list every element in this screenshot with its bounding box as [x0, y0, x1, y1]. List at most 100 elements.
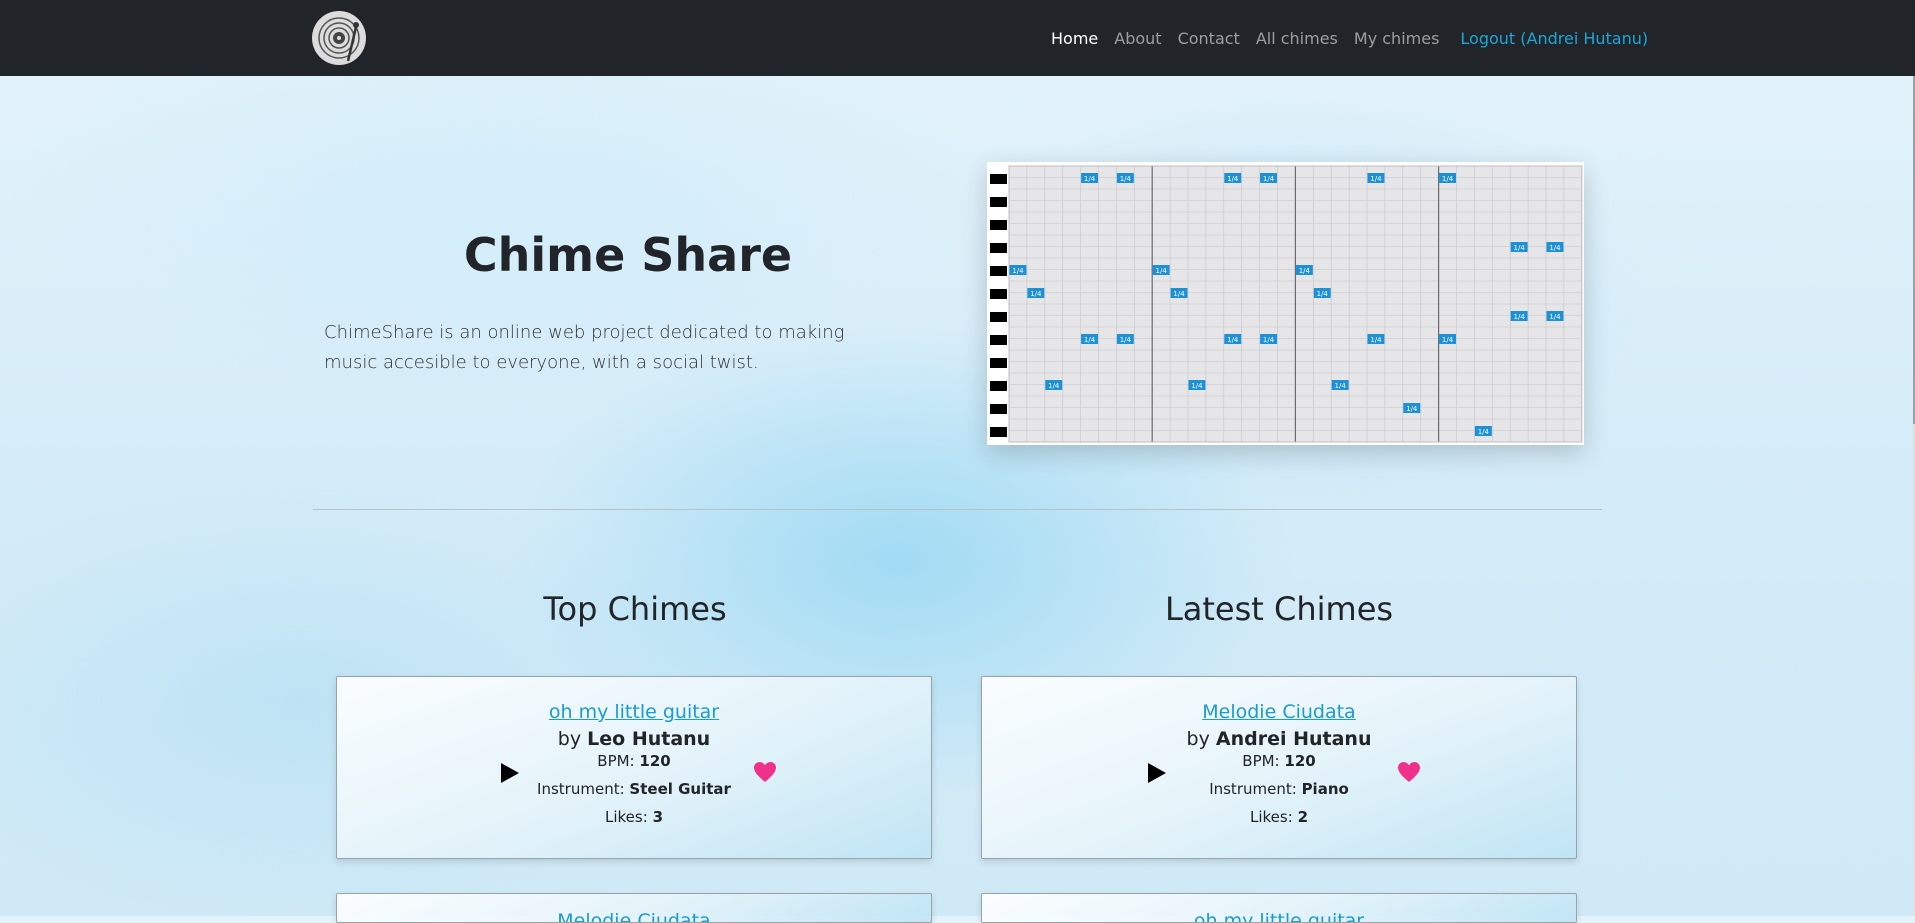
note-block: 1/4	[1474, 426, 1492, 436]
note-block: 1/4	[1439, 334, 1456, 344]
instrument-label: Instrument:	[537, 780, 625, 798]
svg-text:1/4: 1/4	[1514, 244, 1526, 252]
note-block: 1/4	[1170, 288, 1188, 298]
note-block: 1/4	[1152, 265, 1170, 275]
chime-title-link[interactable]: Melodie Ciudata	[337, 910, 931, 922]
note-block: 1/4	[1009, 265, 1027, 275]
piano-key	[990, 358, 1007, 368]
piano-key	[990, 427, 1007, 437]
svg-text:1/4: 1/4	[1335, 382, 1347, 390]
piano-key	[990, 220, 1007, 230]
logout-link[interactable]: Logout (Andrei Hutanu)	[1460, 29, 1648, 48]
play-icon[interactable]	[1143, 760, 1169, 786]
nav-about[interactable]: About	[1114, 29, 1161, 48]
bpm-value: 120	[639, 752, 671, 770]
svg-text:1/4: 1/4	[1227, 175, 1239, 183]
like-heart-icon[interactable]	[753, 761, 777, 783]
chime-card: Melodie Ciudata	[336, 893, 932, 923]
note-block: 1/4	[1367, 173, 1385, 183]
chime-bpm: BPM: 120	[982, 752, 1576, 770]
svg-text:1/4: 1/4	[1317, 290, 1329, 298]
svg-text:1/4: 1/4	[1370, 336, 1382, 344]
svg-text:1/4: 1/4	[1442, 175, 1454, 183]
section-divider	[313, 509, 1602, 510]
likes-value: 2	[1297, 808, 1308, 826]
svg-text:1/4: 1/4	[1514, 313, 1526, 321]
chime-instrument: Instrument: Piano	[982, 780, 1576, 798]
piano-key	[990, 266, 1007, 276]
bpm-value: 120	[1284, 752, 1316, 770]
chime-card: oh my little guitar	[981, 893, 1577, 923]
piano-key	[990, 312, 1007, 322]
chime-card: Melodie Ciudata by Andrei Hutanu BPM: 12…	[981, 676, 1577, 859]
chime-instrument: Instrument: Steel Guitar	[337, 780, 931, 798]
note-block: 1/4	[1045, 380, 1063, 390]
piano-key	[990, 289, 1007, 299]
svg-text:1/4: 1/4	[1442, 336, 1454, 344]
piano-key	[990, 404, 1007, 414]
note-block: 1/4	[1027, 288, 1045, 298]
chime-bpm: BPM: 120	[337, 752, 931, 770]
svg-text:1/4: 1/4	[1370, 175, 1382, 183]
note-block: 1/4	[1313, 288, 1331, 298]
svg-text:1/4: 1/4	[1120, 336, 1132, 344]
svg-text:1/4: 1/4	[1120, 175, 1132, 183]
author-name: Andrei Hutanu	[1215, 728, 1372, 750]
nav-all-chimes[interactable]: All chimes	[1256, 29, 1338, 48]
chime-title-link[interactable]: oh my little guitar	[337, 701, 931, 723]
note-block: 1/4	[1367, 334, 1385, 344]
vinyl-record-icon[interactable]	[312, 11, 366, 65]
svg-text:1/4: 1/4	[1299, 267, 1311, 275]
note-block: 1/4	[1510, 311, 1528, 321]
note-block: 1/4	[1081, 173, 1098, 183]
chime-title-link[interactable]: oh my little guitar	[982, 910, 1576, 922]
note-block: 1/4	[1510, 242, 1528, 252]
by-label: by	[1186, 728, 1210, 750]
note-block: 1/4	[1403, 403, 1421, 413]
piano-key	[990, 197, 1007, 207]
like-heart-icon[interactable]	[1397, 761, 1421, 783]
note-block: 1/4	[1188, 380, 1206, 390]
play-icon[interactable]	[496, 760, 522, 786]
svg-text:1/4: 1/4	[1048, 382, 1060, 390]
piano-key	[990, 381, 1007, 391]
svg-text:1/4: 1/4	[1030, 290, 1042, 298]
likes-label: Likes:	[1250, 808, 1293, 826]
piano-roll-preview: 1/4 1/4 1/4 1/4 1/4 1/4 1/4 1/4 1/4 1/4 1/4 1/4 1/4 1…	[987, 162, 1584, 445]
latest-chimes-heading: Latest Chimes	[1164, 590, 1394, 628]
svg-text:1/4: 1/4	[1227, 336, 1239, 344]
instrument-value: Steel Guitar	[629, 780, 731, 798]
svg-text:1/4: 1/4	[1406, 405, 1418, 413]
svg-text:1/4: 1/4	[1156, 267, 1168, 275]
likes-label: Likes:	[605, 808, 648, 826]
top-chimes-heading: Top Chimes	[543, 590, 727, 628]
author-name: Leo Hutanu	[587, 728, 711, 750]
chime-author: by Leo Hutanu	[337, 728, 931, 750]
nav-home[interactable]: Home	[1051, 29, 1098, 48]
chime-card: oh my little guitar by Leo Hutanu BPM: 1…	[336, 676, 932, 859]
bpm-label: BPM:	[1242, 752, 1280, 770]
svg-text:1/4: 1/4	[1084, 336, 1096, 344]
by-label: by	[557, 728, 582, 750]
svg-text:1/4: 1/4	[1173, 290, 1185, 298]
piano-key	[990, 335, 1007, 345]
svg-text:1/4: 1/4	[1084, 175, 1096, 183]
chime-likes: Likes: 3	[337, 808, 931, 826]
nav-my-chimes[interactable]: My chimes	[1354, 29, 1440, 48]
svg-text:1/4: 1/4	[1191, 382, 1203, 390]
page-title: Chime Share	[463, 228, 793, 282]
note-block: 1/4	[1116, 334, 1134, 344]
piano-key	[990, 174, 1007, 184]
navbar: Home About Contact All chimes My chimes …	[0, 0, 1915, 76]
instrument-label: Instrument:	[1209, 780, 1297, 798]
note-block: 1/4	[1546, 311, 1564, 321]
note-block: 1/4	[1546, 242, 1564, 252]
nav-contact[interactable]: Contact	[1178, 29, 1240, 48]
bpm-label: BPM:	[597, 752, 635, 770]
note-block: 1/4	[1081, 334, 1098, 344]
chime-likes: Likes: 2	[982, 808, 1576, 826]
svg-text:1/4: 1/4	[1263, 175, 1275, 183]
chime-title-link[interactable]: Melodie Ciudata	[982, 701, 1576, 723]
note-block: 1/4	[1260, 173, 1277, 183]
chime-author: by Andrei Hutanu	[982, 728, 1576, 750]
